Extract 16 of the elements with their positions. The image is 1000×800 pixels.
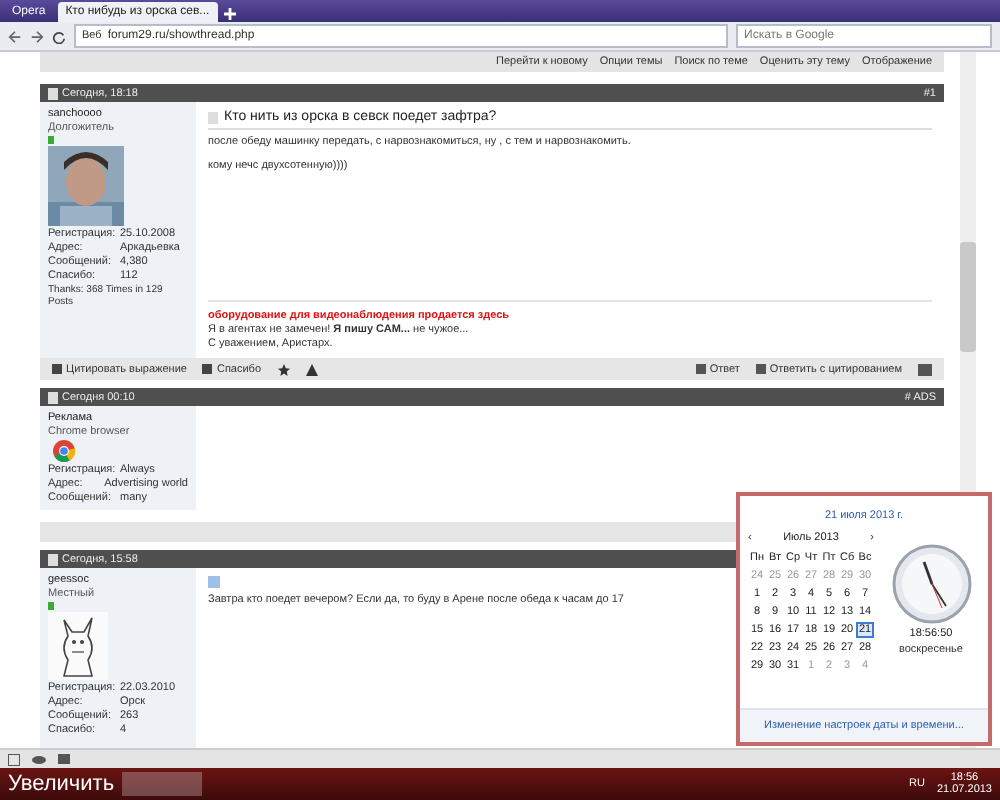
document-icon [208, 111, 218, 123]
warning-icon[interactable] [305, 363, 318, 375]
back-icon[interactable] [8, 29, 22, 43]
panel-icon[interactable] [8, 753, 20, 765]
tooltip-label: Увеличить [8, 772, 115, 796]
reload-icon[interactable] [52, 29, 66, 43]
document-icon [48, 553, 58, 565]
new-tab-icon[interactable] [221, 6, 238, 22]
analog-clock-icon [891, 544, 971, 624]
document-icon [48, 87, 58, 99]
post-icon [208, 576, 220, 588]
browser-logo-icon [48, 440, 80, 462]
cloud-icon[interactable] [32, 754, 46, 764]
forward-icon[interactable] [30, 29, 44, 43]
star-icon[interactable] [277, 363, 290, 375]
document-icon [48, 391, 58, 403]
